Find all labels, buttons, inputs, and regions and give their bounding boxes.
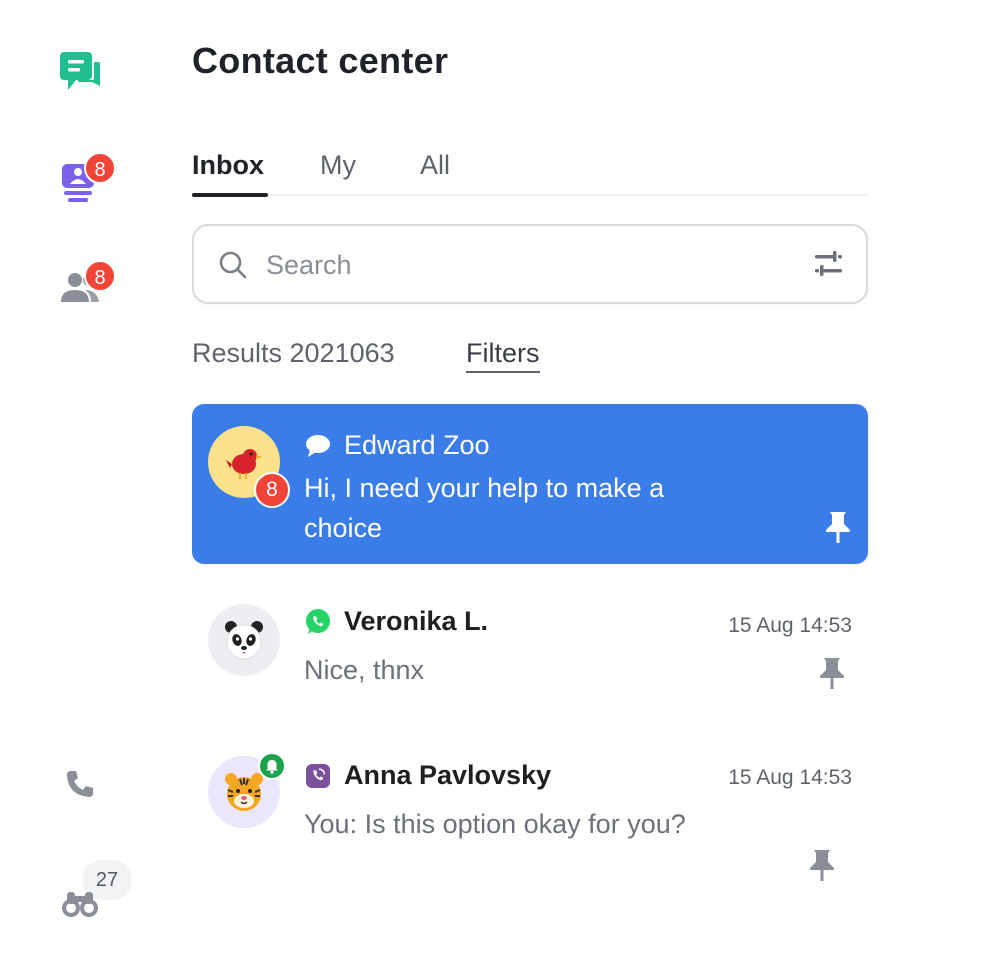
message-preview: You: Is this option okay for you? [304, 809, 686, 839]
notification-badge [258, 752, 286, 780]
inbox-tabs: Inbox My All [192, 146, 868, 197]
rail-binoculars[interactable]: 27 [52, 860, 132, 924]
chat-bubble-icon [304, 432, 332, 460]
unread-badge: 8 [254, 472, 290, 508]
search-box [192, 224, 868, 304]
whatsapp-icon [304, 608, 332, 636]
results-count: Results 2021063 [192, 338, 395, 368]
queue-badge: 8 [84, 152, 116, 184]
message-time: 15 Aug 14:53 [728, 766, 852, 789]
rail-phone[interactable] [52, 756, 108, 812]
chat-icon [60, 52, 100, 90]
pin-icon[interactable] [818, 656, 846, 690]
filter-settings-icon[interactable] [812, 248, 844, 280]
bell-icon [266, 759, 278, 774]
contact-name: Edward Zoo [344, 430, 490, 460]
pin-icon[interactable] [808, 848, 836, 882]
conversation-header: Anna Pavlovsky [304, 760, 551, 791]
conversation-header: Edward Zoo [304, 430, 490, 461]
conversation-item-veronika[interactable]: Veronika L. 15 Aug 14:53 Nice, thnx [192, 584, 868, 724]
rail-chat[interactable] [52, 44, 108, 100]
tiger-icon [225, 773, 263, 811]
binoculars-icon [62, 892, 98, 917]
tab-inbox[interactable]: Inbox [192, 150, 268, 197]
filters-link[interactable]: Filters [466, 338, 540, 373]
viber-icon [304, 762, 332, 790]
rail-contacts[interactable]: 8 [52, 260, 116, 316]
phone-icon [67, 771, 93, 797]
avatar [208, 752, 286, 828]
tab-my[interactable]: My [320, 150, 356, 191]
avatar [208, 604, 280, 676]
message-time: 15 Aug 14:53 [728, 614, 852, 637]
conversation-item-edward[interactable]: 8 Edward Zoo Hi, I need your help to mak… [192, 404, 868, 564]
message-preview: Hi, I need your help to make a choice [304, 473, 665, 543]
search-icon [219, 251, 247, 279]
contacts-badge: 8 [84, 260, 116, 292]
contact-name: Anna Pavlovsky [344, 760, 552, 790]
avatar: 8 [208, 426, 290, 508]
page-title: Contact center [192, 40, 449, 81]
message-preview: Nice, thnx [304, 655, 425, 685]
bird-icon [226, 449, 262, 479]
contact-name: Veronika L. [344, 606, 489, 636]
conversation-header: Veronika L. [304, 606, 488, 637]
pin-icon[interactable] [824, 510, 852, 544]
conversation-item-anna[interactable]: Anna Pavlovsky 15 Aug 14:53 You: Is this… [192, 736, 868, 906]
panda-icon [225, 621, 263, 660]
search-input[interactable] [264, 240, 788, 290]
rail-queue[interactable]: 8 [52, 152, 116, 208]
tab-all[interactable]: All [420, 150, 450, 191]
